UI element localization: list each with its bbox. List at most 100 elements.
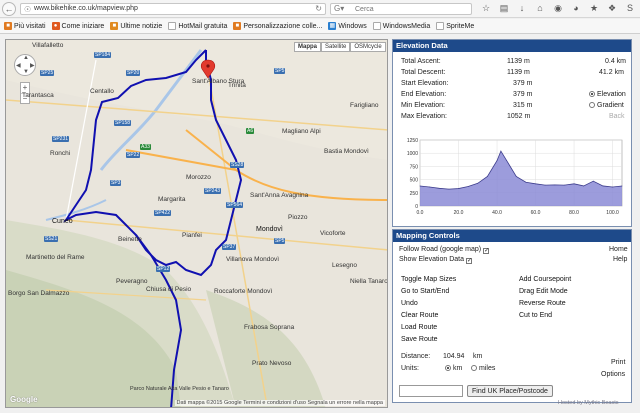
distance-unit: km [473,353,483,360]
folder-icon: ■ [4,22,12,30]
road-shield: A6 [246,128,255,134]
back-link[interactable]: Back [609,113,625,120]
road-shield: SP158 [114,120,132,126]
share-icon[interactable]: ❖ [606,2,618,15]
reverse-route-link[interactable]: Reverse Route [519,300,566,307]
bookmark-spriteme[interactable]: SpriteMe [436,22,476,30]
pocket-icon[interactable]: ◕ [570,2,582,15]
download-icon[interactable]: ↓ [516,2,528,15]
bookmark-getting-started[interactable]: ● Come iniziare [51,22,107,30]
elevation-point [506,160,508,161]
print-link[interactable]: Print [611,359,625,366]
follow-road-option[interactable]: Follow Road (google map) ✓ [399,246,489,254]
sync-icon[interactable]: ★ [588,2,600,15]
home-link[interactable]: Home [609,246,628,253]
distance-label: Distance: [401,353,431,360]
elevation-point [573,183,575,185]
place-label: Roccaforte Mondovì [214,288,273,295]
show-elevation-option[interactable]: Show Elevation Data ✓ [399,256,472,264]
url-text: www.bikehike.co.uk/mapview.php [34,5,138,12]
cut-to-end-link[interactable]: Cut to End [519,312,552,319]
load-route-link[interactable]: Load Route [401,324,437,331]
route-map[interactable]: Mappa Satellite OSMcycle ▲ ▼ ◀ ▶ + − Vil… [5,39,388,408]
y-tick-label: 500 [410,178,419,184]
place-label: Borgo San Dalmazzo [8,290,70,297]
elevation-point [515,176,517,177]
back-button[interactable]: ← [2,2,16,16]
reading-list-icon[interactable]: ▤ [498,2,510,15]
addon-icon[interactable]: ◉ [552,2,564,15]
radio-selected-icon[interactable] [445,365,451,371]
road-shield: SP25 [40,70,55,76]
options-link[interactable]: Options [601,371,625,378]
map-type-osmcycle[interactable]: OSMcycle [350,42,386,52]
road-shield: SP231 [52,136,70,142]
go-to-start-end-link[interactable]: Go to Start/End [401,288,449,295]
map-type-satellite[interactable]: Satellite [321,42,351,52]
elevation-chart: 0 250 500 750 1000 1250 0.0 20.0 40.0 60.0 80.0 100… [396,136,628,218]
stat-label: Start Elevation: [401,80,449,87]
checkbox-checked-icon[interactable]: ✓ [465,258,472,264]
globe-icon: ☉ [24,5,32,14]
x-tick-label: 60.0 [531,210,541,216]
bookmark-windowsmedia[interactable]: WindowsMedia [372,22,432,30]
help-link[interactable]: Help [613,256,627,263]
gradient-radio[interactable]: Gradient [589,102,624,109]
place-label: Ronchi [50,150,71,157]
y-tick-label: 1000 [407,151,418,157]
elevation-point [458,188,459,189]
undo-link[interactable]: Undo [401,300,418,307]
page-icon [168,22,177,30]
toolbar-icons: ☆ ▤ ↓ ⌂ ◉ ◕ ★ ❖ S ● ☰ [480,2,640,15]
save-route-link[interactable]: Save Route [401,336,438,343]
pan-down-icon[interactable]: ▼ [23,69,29,75]
stat-value: 1052 m [507,113,531,120]
stat-value: 379 m [513,80,533,87]
reload-icon[interactable]: ↻ [315,4,322,13]
browser-toolbar: ← ☉ www.bikehike.co.uk/mapview.php ↻ G▾ … [0,0,640,18]
unit-km-radio[interactable]: km [445,365,462,372]
elevation-point [496,160,498,161]
bookmark-hotmail[interactable]: HotMail gratuita [168,22,229,30]
radio-unselected-icon[interactable] [589,102,595,108]
road-shield: SS21 [44,236,59,242]
elevation-point [564,184,565,186]
stat-distance: 0.4 km [605,58,627,65]
radio-selected-icon[interactable] [589,91,595,97]
search-bar[interactable]: G▾ [330,3,472,15]
radio-unselected-icon[interactable] [471,365,477,371]
home-icon[interactable]: ⌂ [534,2,546,15]
search-input[interactable] [355,5,465,14]
pan-up-icon[interactable]: ▲ [23,55,29,61]
drag-edit-mode-link[interactable]: Drag Edit Mode [519,288,568,295]
place-label: Parco Naturale Alta Valle Pesio e Tanaro [130,386,229,392]
toggle-map-sizes-link[interactable]: Toggle Map Sizes [401,276,456,283]
unit-miles-radio[interactable]: miles [471,365,495,372]
skype-icon[interactable]: S [624,2,636,15]
checkbox-checked-icon[interactable]: ✓ [483,248,489,254]
bookmark-customize[interactable]: ■ Personalizzazione colle... [233,22,324,30]
address-bar[interactable]: ☉ www.bikehike.co.uk/mapview.php ↻ [20,3,326,15]
pan-left-icon[interactable]: ◀ [16,62,21,69]
map-attribution[interactable]: Dati mappa ©2015 Google Termini e condiz… [174,400,385,406]
elevation-chart-svg: 0250500750100012500.0 20.0 40.0 60.0 80.0 100… [407,138,623,216]
bookmark-latest-news[interactable]: ■ Ultime notizie [110,22,164,30]
star-icon[interactable]: ☆ [480,2,492,15]
bookmark-windows[interactable]: ▦ Windows [328,22,368,30]
elevation-point [477,182,479,184]
map-type-map[interactable]: Mappa [294,42,322,52]
stat-value: 379 m [513,91,533,98]
place-search-input[interactable] [399,385,463,397]
elevation-radio[interactable]: Elevation [589,91,626,98]
pan-right-icon[interactable]: ▶ [30,62,35,69]
find-place-button[interactable]: Find UK Place/Postcode [467,385,553,397]
x-tick-label: 80.0 [569,210,579,216]
bookmark-most-visited[interactable]: ■ Più visitati [4,22,48,30]
clear-route-link[interactable]: Clear Route [401,312,438,319]
place-label: Chiusa di Pesio [146,286,192,293]
place-label: Trinità [228,82,246,89]
add-coursepoint-link[interactable]: Add Coursepoint [519,276,571,283]
search-engine-icon[interactable]: G▾ [334,4,344,13]
place-label: Prato Nevoso [252,360,292,367]
pan-control[interactable]: ▲ ▼ ◀ ▶ [14,54,36,76]
